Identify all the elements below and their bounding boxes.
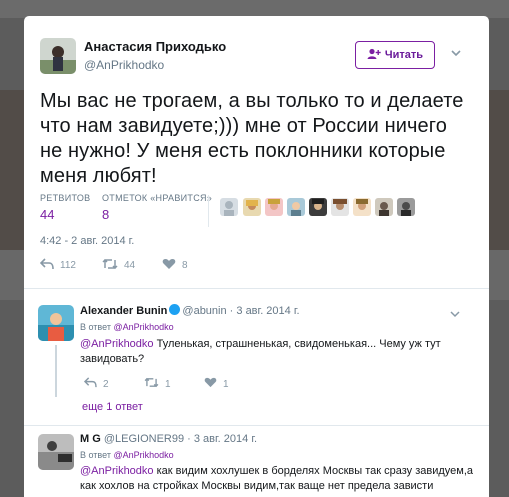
reply-action[interactable]: 112 bbox=[39, 258, 76, 273]
avatar[interactable] bbox=[40, 38, 76, 74]
main-tweet: Анастасия Приходько @AnPrikhodko Читать … bbox=[24, 16, 489, 289]
in-reply-link[interactable]: @AnPrikhodko bbox=[113, 322, 173, 332]
in-reply-prefix: В ответ bbox=[80, 322, 111, 332]
in-reply-prefix: В ответ bbox=[80, 450, 111, 460]
author-name[interactable]: M G bbox=[80, 433, 101, 445]
thread-line bbox=[55, 345, 57, 397]
tweet-text: Мы вас не трогаем, а вы только то и дела… bbox=[40, 90, 464, 187]
retweet-count: 1 bbox=[165, 378, 171, 390]
reply-count: 2 bbox=[103, 378, 109, 390]
author-handle[interactable]: @LEGIONER99 bbox=[104, 433, 184, 445]
retweet-action[interactable]: 44 bbox=[102, 258, 135, 273]
retweet-icon bbox=[102, 258, 118, 273]
reply-date[interactable]: · 3 авг. 2014 г. bbox=[187, 433, 257, 445]
verified-icon bbox=[169, 304, 181, 315]
likes-value: 8 bbox=[102, 207, 110, 222]
liker-avatar[interactable] bbox=[375, 198, 393, 216]
follow-button-label: Читать bbox=[384, 49, 424, 61]
retweet-action[interactable]: 1 bbox=[144, 377, 171, 391]
follow-button[interactable]: Читать bbox=[355, 41, 435, 69]
liker-avatar[interactable] bbox=[309, 198, 327, 216]
liker-avatar[interactable] bbox=[220, 198, 238, 216]
liker-avatar[interactable] bbox=[331, 198, 349, 216]
author-handle[interactable]: @AnPrikhodko bbox=[84, 58, 164, 72]
reply-tweet[interactable]: M G @LEGIONER99 · 3 авг. 2014 г. В ответ… bbox=[24, 426, 489, 497]
reply-action[interactable]: 2 bbox=[83, 377, 109, 391]
reply-tweet[interactable]: Alexander Bunin @abunin · 3 авг. 2014 г. … bbox=[24, 289, 489, 426]
liker-avatar[interactable] bbox=[397, 198, 415, 216]
liker-avatar[interactable] bbox=[243, 198, 261, 216]
like-action[interactable]: 1 bbox=[204, 377, 229, 391]
stats-divider bbox=[208, 195, 209, 227]
reply-header: Alexander Bunin @abunin · 3 авг. 2014 г. bbox=[80, 304, 300, 317]
reply-count: 112 bbox=[60, 260, 76, 271]
reply-text: @AnPrikhodko как видим хохлушек в бордел… bbox=[80, 464, 475, 494]
likes-stat[interactable]: ОТМЕТОК «НРАВИТСЯ» 8 bbox=[102, 193, 212, 222]
like-action[interactable]: 8 bbox=[162, 258, 188, 273]
in-reply-link[interactable]: @AnPrikhodko bbox=[113, 450, 173, 460]
tweet-modal: Анастасия Приходько @AnPrikhodko Читать … bbox=[24, 16, 489, 497]
liker-avatar[interactable] bbox=[265, 198, 283, 216]
retweet-count: 44 bbox=[124, 260, 136, 271]
chevron-down-icon[interactable] bbox=[449, 46, 463, 60]
reply-icon bbox=[83, 377, 97, 391]
mention-link[interactable]: @AnPrikhodko bbox=[80, 465, 154, 477]
reply-icon bbox=[39, 258, 54, 273]
heart-icon bbox=[204, 377, 217, 391]
retweets-label: РЕТВИТОВ bbox=[40, 193, 91, 203]
avatar[interactable] bbox=[38, 305, 74, 341]
follow-user-icon bbox=[367, 48, 381, 63]
mention-link[interactable]: @AnPrikhodko bbox=[80, 338, 154, 350]
more-replies-link[interactable]: еще 1 ответ bbox=[82, 401, 143, 413]
author-name[interactable]: Анастасия Приходько bbox=[84, 39, 226, 54]
like-count: 1 bbox=[223, 378, 229, 390]
liker-avatar[interactable] bbox=[353, 198, 371, 216]
heart-icon bbox=[162, 258, 176, 273]
tweet-timestamp[interactable]: 4:42 - 2 авг. 2014 г. bbox=[40, 235, 134, 247]
in-reply-to: В ответ @AnPrikhodko bbox=[80, 450, 174, 460]
author-name[interactable]: Alexander Bunin bbox=[80, 305, 167, 317]
author-handle[interactable]: @abunin bbox=[182, 305, 226, 317]
like-count: 8 bbox=[182, 260, 188, 271]
reply-date[interactable]: · 3 авг. 2014 г. bbox=[230, 305, 300, 317]
retweet-icon bbox=[144, 377, 159, 391]
likes-label: ОТМЕТОК «НРАВИТСЯ» bbox=[102, 193, 213, 203]
chevron-down-icon[interactable] bbox=[449, 307, 461, 319]
reply-header: M G @LEGIONER99 · 3 авг. 2014 г. bbox=[80, 433, 257, 445]
retweets-stat[interactable]: РЕТВИТОВ 44 bbox=[40, 193, 90, 222]
in-reply-to: В ответ @AnPrikhodko bbox=[80, 322, 174, 332]
reply-text: @AnPrikhodko Туленькая, страшненькая, св… bbox=[80, 337, 475, 367]
avatar[interactable] bbox=[38, 434, 74, 470]
retweets-value: 44 bbox=[40, 207, 55, 222]
liker-avatar[interactable] bbox=[287, 198, 305, 216]
